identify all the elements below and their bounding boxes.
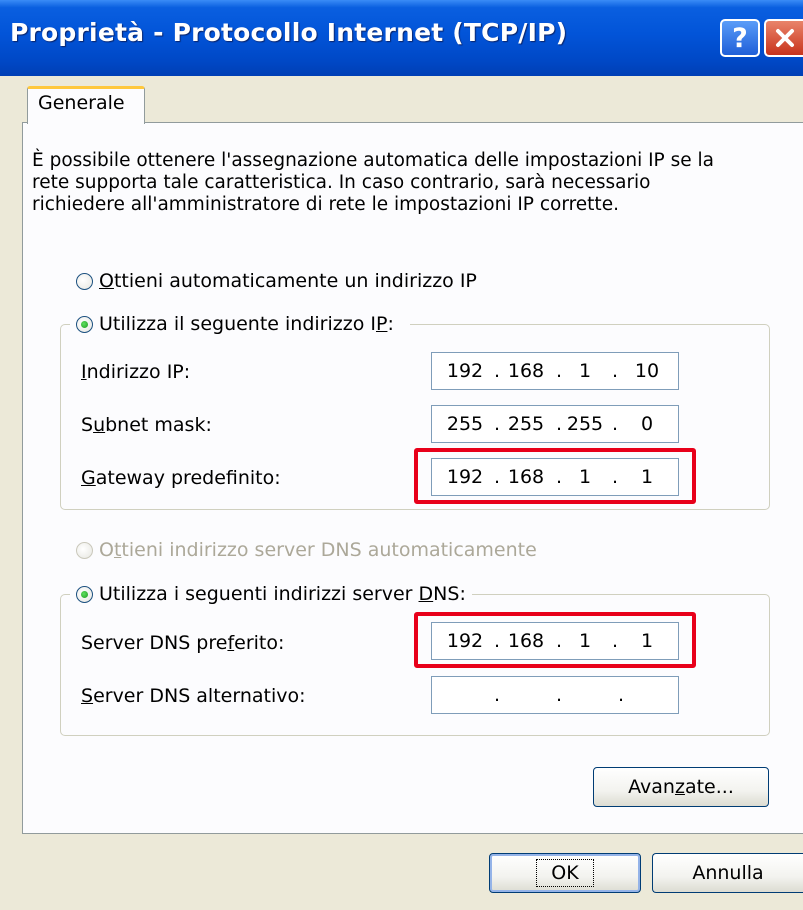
close-icon: [775, 29, 794, 47]
tab-label: Generale: [38, 92, 125, 114]
ip-octet: 0: [640, 413, 654, 435]
ip-address-input[interactable]: 192. 168. 1. 10: [431, 352, 679, 390]
subnet-mask-label: Subnet mask:: [81, 414, 212, 436]
description-line: rete supporta tale caratteristica. In ca…: [32, 172, 651, 193]
tab-generale[interactable]: Generale: [27, 86, 145, 124]
radio-manual-dns[interactable]: Utilizza i seguenti indirizzi server DNS…: [76, 583, 466, 605]
radio-auto-ip[interactable]: Ottieni automaticamente un indirizzo IP: [76, 270, 477, 292]
description-text: È possibile ottenere l'assegnazione auto…: [32, 150, 772, 216]
gateway-label: Gateway predefinito:: [81, 467, 281, 489]
ip-octet: 10: [634, 360, 660, 382]
ip-address-label: Indirizzo IP:: [81, 361, 191, 383]
ip-octet: 255: [566, 413, 604, 435]
ip-octet: 255: [446, 413, 484, 435]
alternate-dns-label: Server DNS alternativo:: [81, 685, 306, 707]
ok-label: OK: [536, 859, 594, 887]
radio-button-icon: [76, 541, 93, 559]
window-title: Proprietà - Protocollo Internet (TCP/IP): [10, 18, 568, 47]
radio-button-icon: [76, 585, 93, 603]
advanced-button[interactable]: Avanzate...: [593, 767, 769, 807]
title-bar[interactable]: Proprietà - Protocollo Internet (TCP/IP)…: [0, 0, 803, 76]
radio-label: Ottieni automaticamente un indirizzo IP: [99, 270, 477, 292]
cancel-label: Annulla: [692, 862, 764, 884]
advanced-label: Avanzate...: [628, 776, 734, 798]
alternate-dns-input[interactable]: . . .: [431, 676, 679, 714]
radio-label: Utilizza i seguenti indirizzi server DNS…: [99, 583, 466, 605]
close-button[interactable]: [764, 19, 803, 57]
radio-manual-ip[interactable]: Utilizza il seguente indirizzo IP:: [76, 313, 394, 335]
subnet-mask-input[interactable]: 255. 255. 255. 0: [431, 405, 679, 443]
ip-octet: 1: [578, 360, 592, 382]
preferred-dns-label: Server DNS preferito:: [81, 632, 285, 654]
radio-button-icon: [76, 272, 93, 290]
ip-octet: 168: [507, 360, 545, 382]
cancel-button[interactable]: Annulla: [652, 853, 803, 893]
radio-label: Ottieni indirizzo server DNS automaticam…: [99, 539, 537, 561]
radio-auto-dns[interactable]: Ottieni indirizzo server DNS automaticam…: [76, 539, 537, 561]
description-line: richiedere all'amministratore di rete le…: [32, 194, 619, 215]
ok-button[interactable]: OK: [489, 853, 641, 893]
preferred-dns-highlight: [414, 612, 696, 668]
radio-label: Utilizza il seguente indirizzo IP:: [99, 313, 394, 335]
ip-octet: 192: [446, 360, 484, 382]
help-button[interactable]: ?: [720, 19, 760, 57]
help-icon: ?: [732, 22, 748, 54]
description-line: È possibile ottenere l'assegnazione auto…: [32, 150, 714, 171]
ip-octet: 255: [507, 413, 545, 435]
radio-button-icon: [76, 315, 93, 333]
gateway-highlight: [414, 448, 696, 504]
